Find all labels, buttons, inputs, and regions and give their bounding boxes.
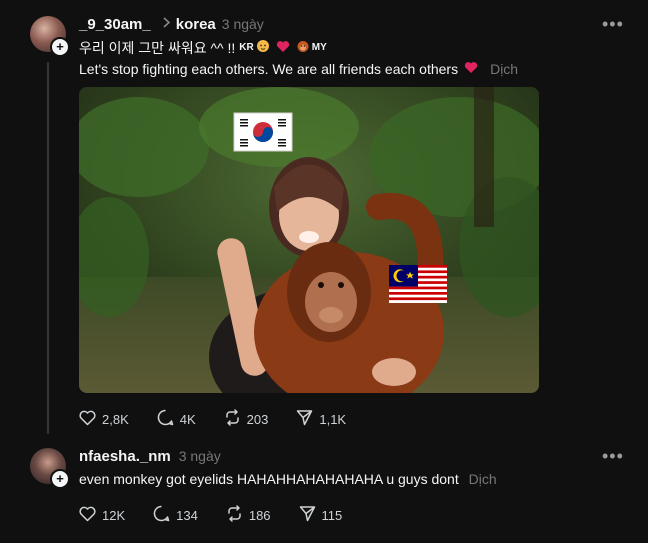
post-time: 3 ngày — [221, 16, 264, 32]
reply-text: even monkey got eyelids HAHAHHAHAHAHAHA … — [79, 471, 459, 487]
heart-emoji-icon — [276, 38, 290, 58]
heart-emoji-icon — [464, 59, 478, 79]
tag-my: MY — [311, 42, 327, 53]
reply-header: nfaesha._nm 3 ngày — [79, 446, 221, 466]
repost-icon — [226, 505, 249, 525]
follow-plus-icon[interactable]: + — [50, 37, 70, 57]
share-count: 1,1K — [319, 411, 347, 427]
repost-button[interactable]: 186 — [226, 505, 271, 525]
reply-text-line: even monkey got eyelids HAHAHHAHAHAHAHA … — [79, 469, 497, 489]
follow-plus-icon[interactable]: + — [50, 469, 70, 489]
post-topic[interactable]: korea — [176, 16, 216, 33]
like-button[interactable]: 12K — [79, 506, 125, 525]
post-header: _9_30am_ korea 3 ngày — [79, 14, 264, 34]
comment-button[interactable]: 4K — [157, 409, 196, 429]
comment-icon — [153, 505, 176, 525]
like-count: 12K — [102, 507, 126, 523]
repost-count: 186 — [248, 507, 271, 523]
share-button[interactable]: 1,1K — [296, 409, 346, 429]
share-button[interactable]: 115 — [299, 505, 343, 525]
like-button[interactable]: 2,8K — [79, 410, 129, 429]
reply-username[interactable]: nfaesha._nm — [79, 448, 171, 465]
send-icon — [299, 505, 322, 525]
baby-face-icon — [256, 38, 270, 58]
post-username[interactable]: _9_30am_ — [79, 16, 151, 33]
comment-button[interactable]: 134 — [153, 505, 198, 525]
orangutan-emoji-icon — [296, 38, 310, 58]
more-icon[interactable]: ••• — [602, 447, 624, 465]
comment-count: 4K — [179, 411, 196, 427]
post-korean-text: 우리 이제 그만 싸워요 ^^ !! — [79, 40, 236, 56]
translate-link[interactable]: Dịch — [490, 59, 518, 79]
chevron-right-icon — [163, 15, 170, 33]
repost-icon — [224, 409, 247, 429]
translate-link[interactable]: Dịch — [469, 471, 497, 487]
comment-icon — [157, 409, 180, 429]
reply-time: 3 ngày — [178, 448, 221, 464]
thread-line — [47, 62, 49, 434]
heart-icon — [79, 506, 102, 525]
post-image[interactable] — [79, 87, 539, 393]
heart-icon — [79, 410, 102, 429]
like-count: 2,8K — [102, 411, 129, 427]
tag-kr: KR — [239, 42, 254, 53]
repost-button[interactable]: 203 — [224, 409, 269, 429]
more-icon[interactable]: ••• — [602, 15, 624, 33]
post-text-line2: Let's stop fighting each others. We are … — [79, 59, 518, 79]
post-english-text: Let's stop fighting each others. We are … — [79, 61, 459, 77]
post-actions: 2,8K 4K 203 1,1K — [79, 409, 374, 429]
send-icon — [296, 409, 319, 429]
comment-count: 134 — [176, 507, 198, 523]
reply-actions: 12K 134 186 115 — [79, 505, 370, 525]
share-count: 115 — [321, 507, 343, 523]
repost-count: 203 — [246, 411, 269, 427]
post-text-line1: 우리 이제 그만 싸워요 ^^ !! KR MY — [79, 38, 327, 58]
